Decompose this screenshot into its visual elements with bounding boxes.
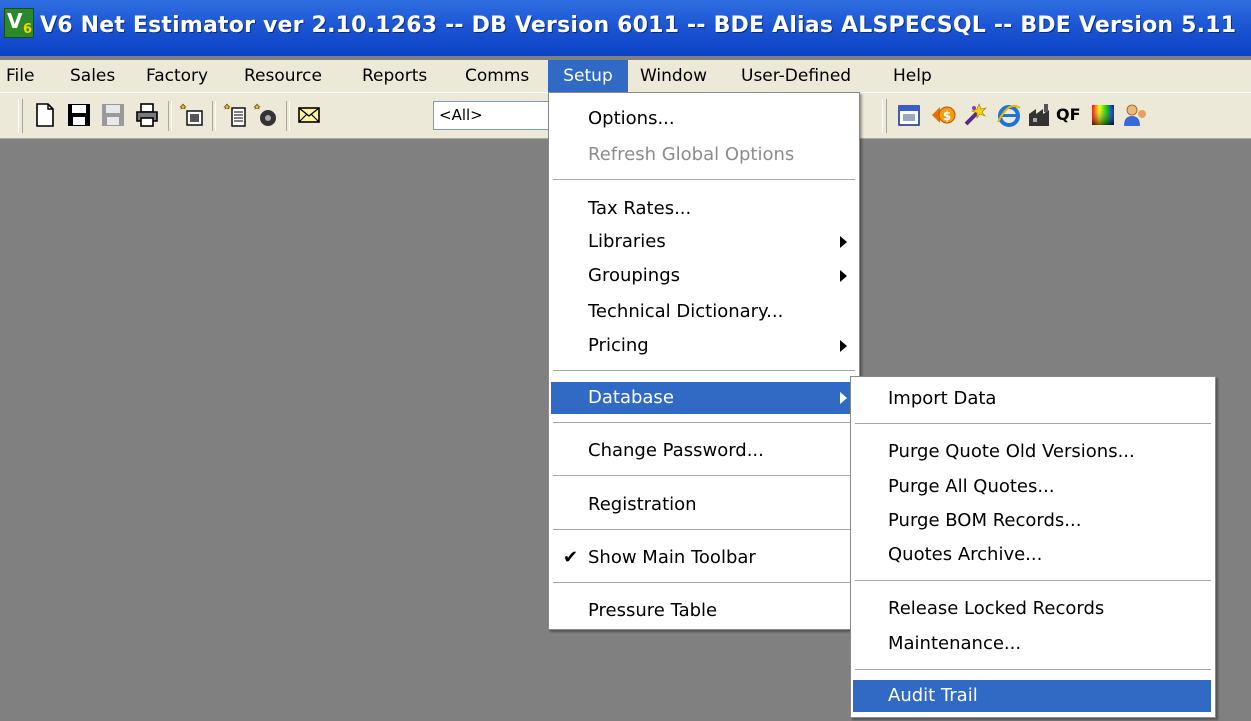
pricing-label: Pricing (588, 335, 649, 356)
menu-item-libraries[interactable]: Libraries (549, 226, 859, 258)
menu-separator (553, 370, 855, 371)
save-all-icon[interactable] (100, 102, 126, 128)
menu-item-import-data[interactable]: Import Data (851, 383, 1215, 415)
menu-item-registration[interactable]: Registration (549, 489, 859, 521)
new-document-icon[interactable] (32, 102, 58, 128)
menu-item-database[interactable]: Database (551, 382, 857, 414)
submenu-arrow-icon (840, 340, 847, 352)
menu-item-technical-dictionary[interactable]: Technical Dictionary... (549, 296, 859, 328)
title-bar[interactable]: V 6 V6 Net Estimator ver 2.10.1263 -- DB… (0, 0, 1251, 56)
new-record-icon[interactable] (178, 102, 204, 128)
menu-separator (553, 582, 855, 583)
menu-item-change-password[interactable]: Change Password... (549, 435, 859, 467)
menu-item-tax-rates[interactable]: Tax Rates... (549, 193, 859, 225)
checkmark-icon: ✔ (563, 547, 579, 568)
database-label: Database (588, 387, 674, 408)
menu-sales[interactable]: Sales (70, 60, 130, 92)
wizard-icon[interactable] (962, 102, 988, 128)
new-customer-icon[interactable] (252, 102, 278, 128)
menu-item-audit-trail[interactable]: Audit Trail (853, 680, 1211, 712)
menu-item-purge-bom-records[interactable]: Purge BOM Records... (851, 505, 1215, 537)
menu-reports[interactable]: Reports (362, 60, 452, 92)
users-icon[interactable] (1122, 102, 1148, 128)
qf-label: QF (1056, 105, 1081, 124)
toolbar-grip[interactable] (882, 99, 887, 133)
menu-separator (553, 422, 855, 423)
menu-resource[interactable]: Resource (244, 60, 344, 92)
toolbar-separator (212, 101, 216, 131)
menu-comms[interactable]: Comms (465, 60, 545, 92)
show-main-toolbar-label: Show Main Toolbar (588, 547, 756, 568)
menu-item-maintenance[interactable]: Maintenance... (851, 628, 1215, 660)
app-icon[interactable]: V 6 (4, 8, 34, 38)
menu-separator (855, 669, 1211, 670)
filter-value: <All> (439, 106, 483, 124)
menu-separator (553, 475, 855, 476)
menu-item-options[interactable]: Options... (549, 103, 859, 135)
setup-menu: Options... Refresh Global Options Tax Ra… (548, 92, 860, 630)
menu-item-release-locked-records[interactable]: Release Locked Records (851, 593, 1215, 625)
menu-user-defined[interactable]: User-Defined (741, 60, 871, 92)
print-icon[interactable] (134, 102, 160, 128)
menu-factory[interactable]: Factory (146, 60, 226, 92)
internet-explorer-icon[interactable] (996, 102, 1022, 128)
new-quote-icon[interactable] (222, 102, 248, 128)
menu-item-quotes-archive[interactable]: Quotes Archive... (851, 539, 1215, 571)
menu-separator (553, 179, 855, 180)
toolbar-grip[interactable] (18, 99, 23, 133)
svg-text:$: $ (943, 109, 951, 123)
menu-item-pricing[interactable]: Pricing (549, 330, 859, 362)
submenu-arrow-icon (840, 270, 847, 282)
mail-icon[interactable] (296, 102, 322, 128)
menu-file[interactable]: File (6, 60, 42, 92)
menu-item-show-main-toolbar[interactable]: ✔ Show Main Toolbar (549, 542, 859, 574)
database-submenu: Import Data Purge Quote Old Versions... … (850, 376, 1216, 718)
menu-item-groupings[interactable]: Groupings (549, 260, 859, 292)
menu-window[interactable]: Window (640, 60, 726, 92)
toolbar-separator (168, 101, 172, 131)
color-palette-icon[interactable] (1090, 102, 1116, 128)
menu-item-purge-quote-old-versions[interactable]: Purge Quote Old Versions... (851, 436, 1215, 468)
quick-find-icon[interactable]: QF (1054, 102, 1084, 128)
menu-setup[interactable]: Setup (548, 60, 628, 92)
factory-icon[interactable] (1026, 102, 1052, 128)
menu-separator (855, 423, 1211, 424)
menu-item-refresh-global-options[interactable]: Refresh Global Options (549, 139, 859, 171)
menu-help[interactable]: Help (893, 60, 937, 92)
save-icon[interactable] (66, 102, 92, 128)
filter-combobox[interactable]: <All> (433, 101, 549, 130)
window-title: V6 Net Estimator ver 2.10.1263 -- DB Ver… (40, 13, 1237, 38)
toolbar-separator (286, 101, 290, 131)
menu-separator (855, 580, 1211, 581)
submenu-arrow-icon (840, 392, 847, 404)
menu-item-purge-all-quotes[interactable]: Purge All Quotes... (851, 471, 1215, 503)
menu-item-pressure-table[interactable]: Pressure Table (549, 595, 859, 627)
menu-bar: File Sales Factory Resource Reports Comm… (0, 60, 1251, 92)
libraries-label: Libraries (588, 231, 666, 252)
submenu-arrow-icon (840, 236, 847, 248)
groupings-label: Groupings (588, 265, 681, 286)
pricing-icon[interactable]: $ (930, 102, 956, 128)
calendar-icon[interactable] (896, 102, 922, 128)
menu-separator (553, 529, 855, 530)
